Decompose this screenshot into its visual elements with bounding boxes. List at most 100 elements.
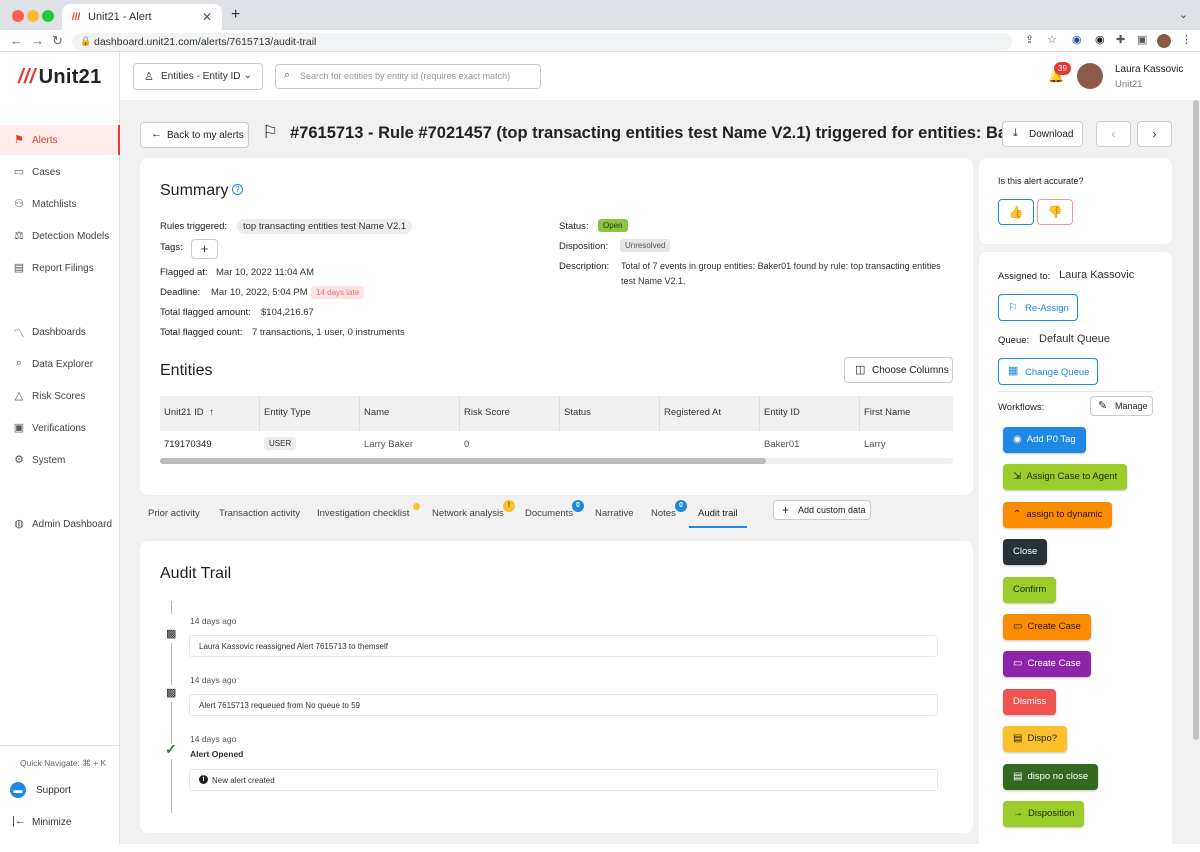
extension-icon[interactable]: ◉ <box>1072 33 1082 46</box>
workflow-button[interactable]: ▤ dispo no close <box>1003 764 1099 790</box>
sidebar-item-alerts[interactable]: ⚑ Alerts <box>0 125 120 155</box>
column-header-registered-at[interactable]: Registered At <box>664 407 721 418</box>
share-icon[interactable]: ⇪ <box>1025 33 1034 46</box>
workflow-button[interactable]: → Disposition <box>1003 801 1085 827</box>
sidebar-item-label: Verifications <box>32 423 86 434</box>
choose-columns-button[interactable]: ◫ Choose Columns <box>844 357 953 383</box>
workflow-button[interactable]: ▤ Dispo? <box>1003 726 1068 752</box>
briefcase-icon: ▩ <box>166 687 177 699</box>
collapse-icon[interactable]: |← <box>12 815 26 827</box>
page-scrollbar-thumb[interactable] <box>1193 100 1199 740</box>
workflow-button[interactable]: ▭ Create Case <box>1003 651 1091 677</box>
change-queue-button[interactable]: ▦ Change Queue <box>998 358 1098 385</box>
workflow-button[interactable]: ◉ Add P0 Tag <box>1003 427 1086 453</box>
column-divider <box>659 396 660 431</box>
unit21-logo[interactable]: ///Unit21 <box>18 66 102 89</box>
puzzle-icon[interactable]: ✚ <box>1116 33 1125 46</box>
column-header-entity-type[interactable]: Entity Type <box>264 407 311 418</box>
add-tag-button[interactable]: + <box>191 239 218 259</box>
column-header-entity-id[interactable]: Entity ID <box>764 407 800 418</box>
previous-alert-button[interactable]: ‹ <box>1096 121 1131 147</box>
workflow-button[interactable]: Dismiss <box>1003 689 1057 715</box>
workflow-button[interactable]: ⌃ assign to dynamic <box>1003 502 1113 528</box>
url-field[interactable]: 🔒 dashboard.unit21.com/alerts/7615713/au… <box>72 33 1012 51</box>
sidebar-item-verifications[interactable]: ▣ Verifications <box>0 413 120 443</box>
table-horizontal-scrollbar[interactable] <box>160 458 953 464</box>
support-link[interactable]: Support <box>36 785 71 796</box>
page-scrollbar[interactable] <box>1192 100 1200 844</box>
tab-search-icon[interactable]: ⌄ <box>1179 8 1188 21</box>
tab-audit-trail[interactable]: Audit trail <box>698 508 738 519</box>
back-to-alerts-button[interactable]: ← Back to my alerts <box>140 122 249 148</box>
user-name[interactable]: Laura Kassovic <box>1115 64 1183 75</box>
plus-icon: + <box>782 503 790 517</box>
tab-narrative[interactable]: Narrative <box>595 508 634 519</box>
workflow-button[interactable]: Close <box>1003 539 1048 565</box>
bookmark-star-icon[interactable]: ☆ <box>1047 33 1057 46</box>
extension-2-icon[interactable]: ◉ <box>1095 33 1105 46</box>
sidebar-item-matchlists[interactable]: ⚇ Matchlists <box>0 189 120 219</box>
profile-avatar-icon[interactable] <box>1157 34 1171 48</box>
sidebar-item-system[interactable]: ⚙ System <box>0 445 120 475</box>
checkmark-icon: ✓ <box>165 741 177 757</box>
cell-unit21-id[interactable]: 719170349 <box>164 439 212 450</box>
next-alert-button[interactable]: › <box>1137 121 1172 147</box>
minimize-window-icon[interactable] <box>27 10 39 22</box>
maximize-window-icon[interactable] <box>42 10 54 22</box>
sidebar-item-dashboards[interactable]: 〽 Dashboards <box>0 317 120 347</box>
sidebar-item-cases[interactable]: ▭ Cases <box>0 157 120 187</box>
column-divider <box>859 396 860 431</box>
audit-entry-time: 14 days ago <box>190 675 237 685</box>
tab-transaction-activity[interactable]: Transaction activity <box>219 508 300 519</box>
sidebar-item-report-filings[interactable]: ▤ Report Filings <box>0 253 120 283</box>
minimize-sidebar-button[interactable]: Minimize <box>32 817 71 828</box>
sort-ascending-icon[interactable]: ↑ <box>209 407 214 418</box>
workflow-button[interactable]: Confirm <box>1003 577 1057 603</box>
thumbs-up-icon[interactable]: 👍 <box>998 199 1034 225</box>
avatar[interactable] <box>1077 63 1103 89</box>
column-header-risk-score[interactable]: Risk Score <box>464 407 510 418</box>
tab-investigation-checklist[interactable]: Investigation checklist <box>317 508 409 519</box>
notification-count-badge: 39 <box>1054 62 1071 75</box>
entity-search-input[interactable]: ⌕ Search for entities by entity id (requ… <box>275 64 541 89</box>
browser-tab[interactable]: /// Unit21 - Alert ✕ <box>62 4 222 30</box>
tab-prior-activity[interactable]: Prior activity <box>148 508 200 519</box>
download-button[interactable]: ⤓ Download <box>1002 121 1083 147</box>
workflow-button[interactable]: ⇲ Assign Case to Agent <box>1003 464 1128 490</box>
help-icon[interactable]: ? <box>232 184 243 195</box>
tab-notes[interactable]: Notes <box>651 508 676 519</box>
reload-icon[interactable]: ↻ <box>52 33 63 49</box>
manage-workflows-button[interactable]: ✎ Manage <box>1090 396 1153 416</box>
report-icon: ▤ <box>13 262 25 274</box>
reassign-button[interactable]: ⚐ Re-Assign <box>998 294 1078 321</box>
column-header-name[interactable]: Name <box>364 407 389 418</box>
scrollbar-thumb[interactable] <box>160 458 766 464</box>
rule-chip[interactable]: top transacting entities test Name V2.1 <box>237 219 413 234</box>
workflow-button[interactable]: ▭ Create Case <box>1003 614 1091 640</box>
new-tab-icon[interactable]: + <box>231 6 240 24</box>
add-custom-data-button[interactable]: + Add custom data <box>773 500 871 520</box>
workflow-button-label: Dismiss <box>1013 696 1047 707</box>
globe-icon: ◍ <box>14 518 24 530</box>
back-arrow-icon[interactable]: ← <box>10 33 23 48</box>
sidebar-item-data-explorer[interactable]: ⌕ Data Explorer <box>0 349 120 379</box>
column-header-unit21-id[interactable]: Unit21 ID <box>164 407 204 418</box>
forward-arrow-icon[interactable]: → <box>31 33 44 48</box>
sidebar-item-detection-models[interactable]: ⚖ Detection Models <box>0 221 120 251</box>
timeline-line <box>171 643 172 685</box>
close-tab-icon[interactable]: ✕ <box>202 10 212 24</box>
sidebar-item-admin-dashboard[interactable]: ◍ Admin Dashboard <box>0 509 120 539</box>
tab-documents[interactable]: Documents <box>525 508 573 519</box>
plus-icon: + <box>200 241 209 256</box>
column-header-status[interactable]: Status <box>564 407 591 418</box>
tab-network-analysis[interactable]: Network analysis <box>432 508 504 519</box>
sidepanel-icon[interactable]: ▣ <box>1137 33 1147 46</box>
kebab-menu-icon[interactable]: ⋮ <box>1181 33 1192 46</box>
close-window-icon[interactable] <box>12 10 24 22</box>
entity-type-selector[interactable]: ♙ Entities - Entity ID ⌄ <box>133 63 263 90</box>
sidebar-item-risk-scores[interactable]: △ Risk Scores <box>0 381 120 411</box>
thumbs-down-icon[interactable]: 👎 <box>1037 199 1073 225</box>
chat-icon[interactable]: ▬ <box>10 782 26 798</box>
column-header-first-name[interactable]: First Name <box>864 407 910 418</box>
workflow-button-label: Dispo? <box>1027 733 1058 744</box>
